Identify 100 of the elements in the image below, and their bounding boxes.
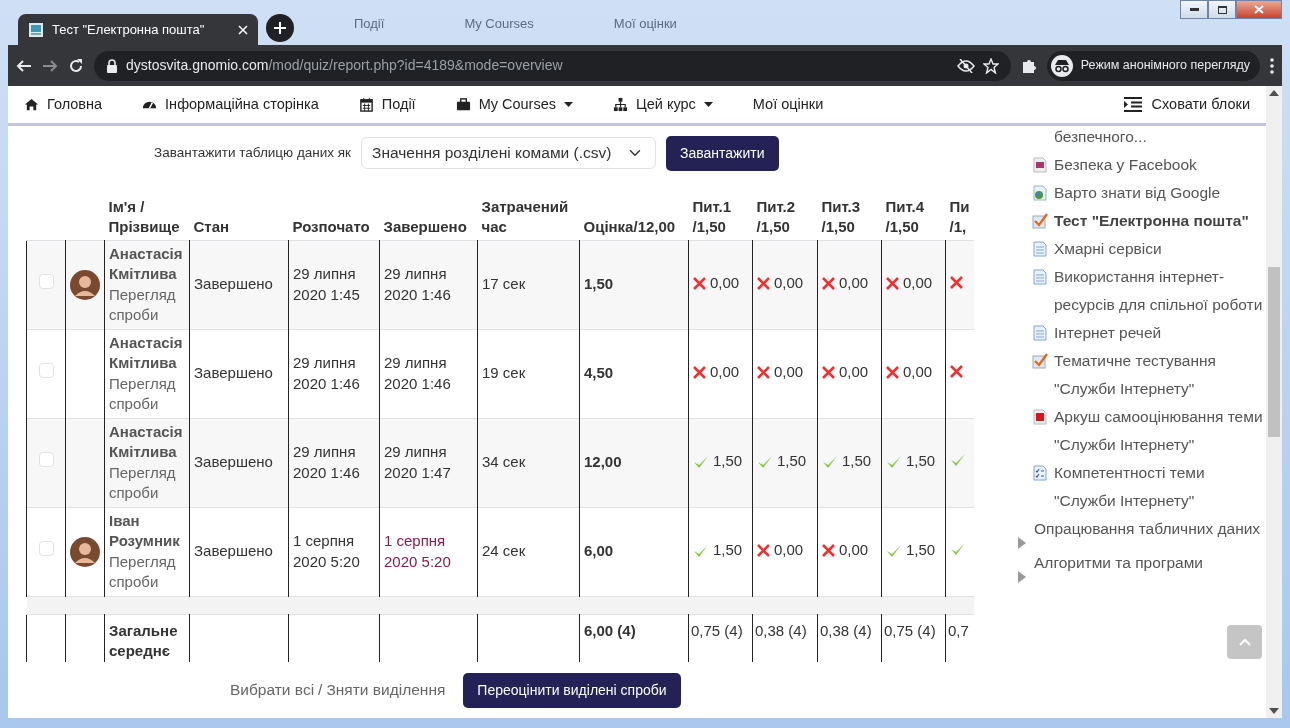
- question-mark[interactable]: 1,50: [886, 450, 936, 472]
- forward-icon[interactable]: [42, 57, 58, 74]
- activity-link[interactable]: Тематичне тестування "Служби Інтернету": [1054, 347, 1266, 403]
- incognito-indicator[interactable]: Режим анонімного перегляду: [1046, 50, 1260, 81]
- plus-icon: [274, 22, 286, 34]
- browser-tab[interactable]: Тест "Електронна пошта": [18, 14, 258, 45]
- review-attempt-link[interactable]: Перегляд спроби: [109, 373, 185, 415]
- column-header[interactable]: Пит.3 /1,50: [817, 180, 882, 240]
- expand-icon: [1018, 571, 1026, 583]
- scrollbar[interactable]: [1266, 86, 1282, 718]
- question-mark[interactable]: 0,00: [757, 362, 804, 383]
- deselect-all-link[interactable]: Зняти виділення: [326, 678, 446, 702]
- grade-cell: 1,50: [579, 240, 689, 329]
- puzzle-icon[interactable]: [1020, 57, 1037, 74]
- column-header[interactable]: Пи /1,: [945, 180, 974, 240]
- close-icon[interactable]: [238, 24, 248, 35]
- nav-link[interactable]: Цей курс: [613, 93, 713, 116]
- question-mark[interactable]: 1,50: [693, 539, 743, 561]
- row-checkbox[interactable]: [38, 541, 54, 557]
- new-tab-button[interactable]: [266, 14, 294, 42]
- scroll-up-icon[interactable]: [1269, 90, 1279, 96]
- activity-link[interactable]: Інтернет речей: [1054, 319, 1162, 347]
- question-mark[interactable]: 0,00: [757, 273, 804, 294]
- cross-icon: [822, 544, 835, 558]
- maximize-icon: [1217, 5, 1227, 14]
- question-mark[interactable]: 0,00: [822, 362, 869, 383]
- quiz-icon: [1032, 213, 1048, 229]
- student-name-link[interactable]: Анастасія Кмітлива: [109, 332, 185, 374]
- summary-cell: 0,38 (4): [817, 614, 882, 662]
- review-attempt-link[interactable]: Перегляд спроби: [109, 284, 185, 326]
- reload-icon[interactable]: [68, 57, 84, 74]
- summary-cell: 0,75 (4): [688, 614, 753, 662]
- column-header[interactable]: Пит.1 /1,50: [688, 180, 753, 240]
- star-icon[interactable]: [982, 57, 999, 74]
- section-link[interactable]: Опрацювання табличних даних: [1034, 515, 1261, 549]
- address-bar[interactable]: dystosvita.gnomio.com/mod/quiz/report.php?id=4189&mode=overview: [94, 50, 1011, 81]
- close-button[interactable]: [1236, 0, 1282, 19]
- review-attempt-link[interactable]: Перегляд спроби: [109, 462, 185, 504]
- question-mark[interactable]: 1,50: [822, 450, 872, 472]
- page-icon: [1032, 325, 1048, 341]
- regrade-button[interactable]: Переоцінити виділені спроби: [463, 672, 681, 708]
- nav-link[interactable]: Головна: [24, 93, 103, 116]
- question-mark[interactable]: 1,50: [693, 450, 743, 472]
- column-header[interactable]: Ім'я / Прізвище: [104, 180, 190, 240]
- globe-icon: [1032, 185, 1048, 201]
- cross-icon: [822, 277, 835, 291]
- more-icon[interactable]: [1270, 57, 1274, 74]
- activity-link[interactable]: Тест "Електронна пошта": [1054, 207, 1249, 235]
- activity-link[interactable]: Хмарні сервіси: [1054, 235, 1162, 263]
- activity-link[interactable]: Безпека у Facebook: [1054, 151, 1197, 179]
- column-header[interactable]: Розпочато: [288, 180, 380, 240]
- column-header[interactable]: Завершено: [379, 180, 478, 240]
- separator-text: /: [318, 680, 323, 701]
- minimize-button[interactable]: [1180, 0, 1208, 19]
- question-mark[interactable]: 0,00: [822, 273, 869, 294]
- activity-link[interactable]: Аркуш самооцінювання теми "Служби Інтернету": [1054, 403, 1266, 459]
- column-header[interactable]: Пит.4 /1,50: [881, 180, 946, 240]
- table-cell: 34 сек: [477, 418, 580, 507]
- question-mark[interactable]: 0,00: [693, 273, 740, 294]
- question-mark[interactable]: 0,00: [757, 540, 804, 561]
- question-mark[interactable]: [950, 276, 963, 290]
- student-name-link[interactable]: Анастасія Кмітлива: [109, 243, 185, 285]
- question-mark[interactable]: 1,50: [886, 539, 936, 561]
- row-checkbox[interactable]: [38, 274, 54, 290]
- back-icon[interactable]: [16, 57, 32, 74]
- close-icon: [1254, 5, 1264, 14]
- activity-link[interactable]: Варто знати від Google: [1054, 179, 1221, 207]
- eye-off-icon[interactable]: [956, 58, 975, 73]
- question-mark[interactable]: 0,00: [886, 362, 933, 383]
- column-header[interactable]: Стан: [189, 180, 289, 240]
- row-checkbox[interactable]: [38, 363, 54, 379]
- section-link[interactable]: Алгоритми та програми: [1034, 549, 1203, 583]
- column-header[interactable]: Пит.2 /1,50: [752, 180, 818, 240]
- question-mark[interactable]: 0,00: [886, 273, 933, 294]
- question-mark[interactable]: 0,00: [822, 540, 869, 561]
- question-mark[interactable]: 0,00: [693, 362, 740, 383]
- activity-link[interactable]: безпечного...: [1054, 126, 1147, 151]
- nav-link[interactable]: Події: [358, 93, 416, 116]
- nav-link[interactable]: Інформаційна сторінка: [142, 93, 319, 116]
- nav-link[interactable]: Мої оцінки: [752, 93, 824, 116]
- hide-blocks-link[interactable]: Сховати блоки: [1123, 93, 1250, 116]
- student-name-link[interactable]: Іван Розумник: [109, 510, 185, 552]
- download-button[interactable]: Завантажити: [666, 135, 779, 171]
- scroll-down-icon[interactable]: [1269, 708, 1279, 714]
- scroll-thumb[interactable]: [1268, 267, 1280, 437]
- tab-title: Тест "Електронна пошта": [52, 20, 206, 39]
- nav-link[interactable]: My Courses: [455, 93, 573, 116]
- activity-link[interactable]: Використання інтернет-ресурсів для спільної роботи: [1054, 263, 1266, 319]
- column-header[interactable]: Оцінка/12,00: [579, 180, 689, 240]
- student-name-link[interactable]: Анастасія Кмітлива: [109, 421, 185, 463]
- format-select[interactable]: Значення розділені комами (.csv): [361, 137, 657, 169]
- question-mark[interactable]: [950, 365, 963, 379]
- activity-link[interactable]: Компетентності теми "Служби Інтернету": [1054, 459, 1266, 515]
- review-attempt-link[interactable]: Перегляд спроби: [109, 551, 185, 593]
- row-checkbox[interactable]: [38, 452, 54, 468]
- maximize-button[interactable]: [1208, 0, 1236, 19]
- column-header[interactable]: Затрачений час: [477, 180, 580, 240]
- cross-icon: [757, 277, 770, 291]
- select-all-link[interactable]: Вибрати всі: [230, 678, 315, 702]
- question-mark[interactable]: 1,50: [757, 450, 807, 472]
